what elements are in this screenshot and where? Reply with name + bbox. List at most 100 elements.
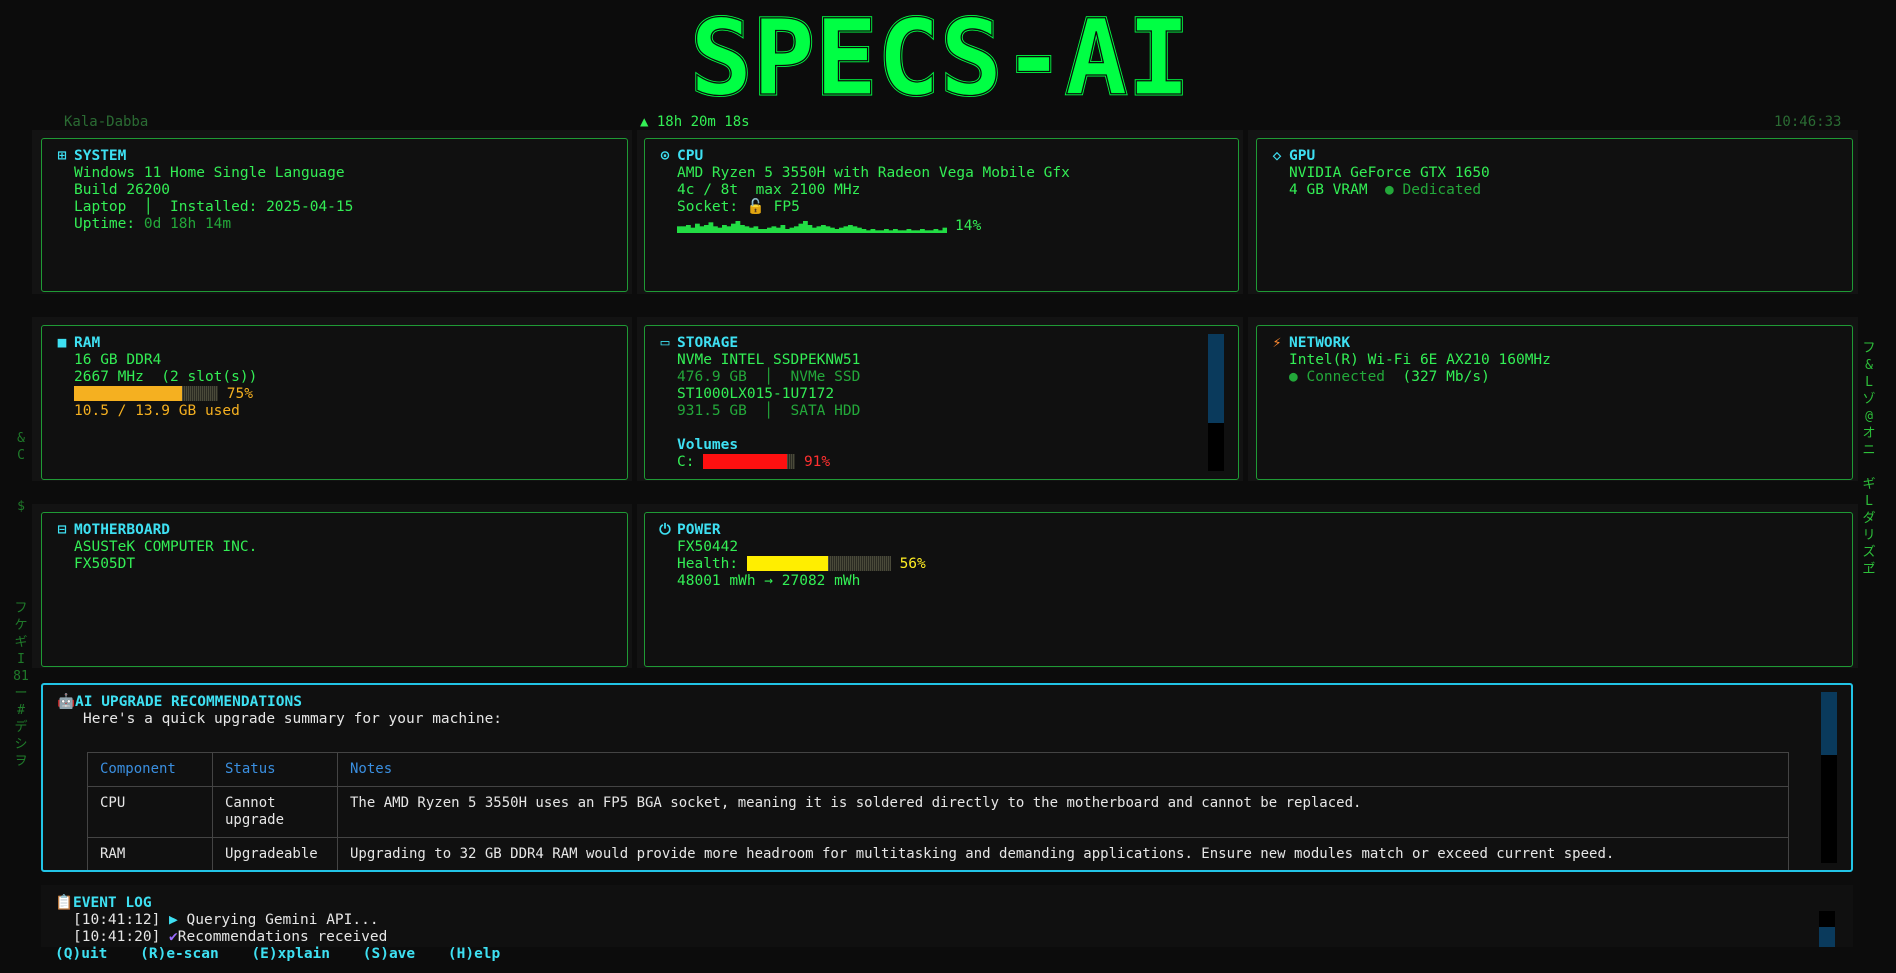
spark-bar <box>798 223 804 233</box>
ram-icon: ■ <box>57 335 67 351</box>
drive-2-spec: 931.5 GB │ SATA HDD <box>677 403 861 419</box>
spark-bar <box>740 225 745 233</box>
rain-glyph <box>12 583 30 600</box>
rain-glyph: $ <box>17 499 25 514</box>
spark-bar <box>753 226 759 233</box>
battery-model: FX50442 <box>677 539 739 555</box>
link-speed: (327 Mb/s) <box>1393 369 1490 385</box>
storage-scrollbar[interactable] <box>1208 334 1224 471</box>
spark-bar <box>942 227 947 233</box>
rain-glyph: L <box>1865 375 1873 390</box>
status-cell: Cannot upgrade <box>212 786 338 838</box>
ram-used: 10.5 / 13.9 GB used <box>74 403 240 419</box>
spark-bar <box>807 225 813 233</box>
rain-glyph: ゾ <box>1862 392 1876 407</box>
rain-glyph: オ <box>1862 426 1876 441</box>
rain-glyph <box>12 515 30 532</box>
spark-bar <box>897 230 903 233</box>
drive-icon: ▭ <box>660 335 670 351</box>
power-title: POWER <box>677 522 721 538</box>
rescan-button[interactable]: (R)e-scan <box>140 946 219 962</box>
drive-1-spec: 476.9 GB │ NVMe SSD <box>677 369 861 385</box>
ram-speed: 2667 MHz (2 slot(s)) <box>74 369 258 385</box>
rain-glyph: I <box>17 652 25 667</box>
ai-title: AI UPGRADE RECOMMENDATIONS <box>75 694 302 710</box>
volume-usage-percent: 91% <box>803 454 831 470</box>
ai-scrollbar[interactable] <box>1821 692 1837 863</box>
spark-bar <box>776 227 781 233</box>
power-icon: ⏻ <box>659 522 671 538</box>
spark-bar <box>758 229 763 233</box>
spark-bar <box>888 230 894 233</box>
cpu-panel: ⊙ CPU AMD Ryzen 5 3550H with Radeon Vega … <box>644 138 1239 292</box>
spark-bar <box>911 230 916 233</box>
system-panel: ⊞ SYSTEM Windows 11 Home Single Language … <box>41 138 628 292</box>
save-button[interactable]: (S)ave <box>363 946 415 962</box>
spark-bar <box>924 230 930 233</box>
gpu-panel: ◇ GPU NVIDIA GeForce GTX 1650 4 GB VRAM ●… <box>1256 138 1853 292</box>
spark-bar <box>861 229 867 233</box>
log-time: [10:41:12] <box>73 912 161 928</box>
event-log-title: EVENT LOG <box>73 895 152 911</box>
quit-button[interactable]: (Q)uit <box>55 946 107 962</box>
status-cell: Upgradeable <box>212 837 338 870</box>
spark-bar <box>803 221 808 233</box>
spark-bar <box>785 229 790 233</box>
lock-icon: 🔓 <box>746 199 765 215</box>
spark-bar <box>704 225 709 233</box>
cpu-cores: 4c / 8t max 2100 MHz <box>677 182 861 198</box>
app-logo: SPECS-AI SPECS-AI <box>689 6 1192 110</box>
hostname: Kala-Dabba <box>64 114 149 130</box>
rain-glyph: C <box>17 448 25 463</box>
cpu-usage-value: 14% <box>955 218 982 234</box>
spark-bar <box>699 226 705 233</box>
spark-bar <box>938 230 943 233</box>
help-button[interactable]: (H)elp <box>448 946 500 962</box>
spark-bar <box>812 227 817 233</box>
matrix-rain-left: & C $ フケギ I 81 ー # デシヲ <box>12 430 30 770</box>
drive-1-model: NVMe INTEL SSDPEKNW51 <box>677 352 861 368</box>
volume-usage-bar <box>703 454 796 469</box>
table-row: CPU Cannot upgrade The AMD Ryzen 5 3550H… <box>87 786 1789 838</box>
network-adapter: Intel(R) Wi-Fi 6E AX210 160MHz <box>1289 352 1551 368</box>
cpu-icon: ⊙ <box>660 148 670 164</box>
rain-glyph: ズ <box>1862 545 1876 560</box>
ram-usage-percent: 75% <box>226 386 253 402</box>
ai-recommendations-panel: 🤖 AI UPGRADE RECOMMENDATIONS Here's a qui… <box>41 683 1853 872</box>
battery-health-percent: 56% <box>899 556 926 572</box>
gpu-name: NVIDIA GeForce GTX 1650 <box>1289 165 1490 181</box>
rain-glyph: デ <box>14 720 28 735</box>
spark-bar <box>866 230 871 233</box>
robot-icon: 🤖 <box>57 694 76 710</box>
cpu-name: AMD Ryzen 5 3550H with Radeon Vega Mobil… <box>677 165 1070 181</box>
volume-c: C: 91% <box>659 454 1224 471</box>
vram: 4 GB VRAM <box>1289 182 1368 198</box>
log-entry: [10:41:20] ✔Recommendations received <box>55 929 1839 946</box>
cpu-socket: Socket: 🔓 FP5 <box>659 199 1224 216</box>
spark-bar <box>825 226 831 233</box>
socket-label: Socket: <box>677 199 739 215</box>
motherboard-title: MOTHERBOARD <box>74 522 171 538</box>
ram-usage-bar <box>74 386 218 401</box>
socket-value: FP5 <box>773 199 800 215</box>
spark-bar <box>789 227 795 233</box>
network-panel: ⚡ NETWORK Intel(R) Wi-Fi 6E AX210 160MHz … <box>1256 325 1853 480</box>
ram-usage: 75% <box>56 386 613 403</box>
rain-glyph <box>1860 459 1878 476</box>
ram-title: RAM <box>74 335 101 351</box>
app-title-outline: SPECS-AI <box>690 6 1190 110</box>
spark-bar <box>933 229 939 233</box>
battery-health: Health: 56% <box>659 556 1838 573</box>
drive-2-model: ST1000LX015-1U7172 <box>677 386 835 402</box>
spark-bar <box>749 227 754 233</box>
rain-glyph <box>12 481 30 498</box>
os-name: Windows 11 Home Single Language <box>74 165 345 181</box>
windows-icon: ⊞ <box>57 148 67 164</box>
explain-button[interactable]: (E)xplain <box>251 946 330 962</box>
column-header: Status <box>212 752 338 787</box>
storage-title: STORAGE <box>677 335 739 351</box>
spark-bar <box>884 229 889 233</box>
event-log-scrollbar[interactable] <box>1819 911 1835 947</box>
system-title: SYSTEM <box>74 148 127 164</box>
rain-glyph: & <box>17 431 25 446</box>
